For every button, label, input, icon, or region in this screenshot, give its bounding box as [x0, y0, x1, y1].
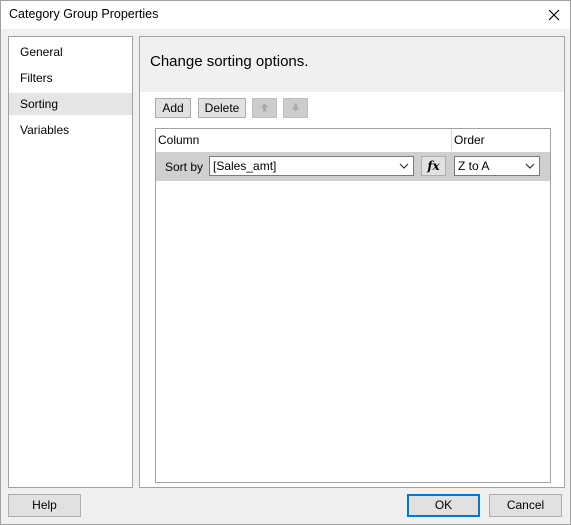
arrow-up-icon [260, 103, 269, 112]
table-row[interactable]: Sort by [Sales_amt] fx Z to A [156, 152, 550, 181]
sort-column-combo[interactable]: [Sales_amt] [209, 156, 414, 176]
column-header: Column [158, 133, 200, 147]
sort-order-value: Z to A [458, 159, 490, 173]
chevron-down-icon [525, 163, 535, 169]
content-panel: Change sorting options. Add Delete Colum… [139, 36, 565, 488]
nav-item-filters[interactable]: Filters [9, 67, 132, 89]
nav-item-general[interactable]: General [9, 41, 132, 63]
add-button[interactable]: Add [155, 98, 191, 118]
chevron-down-icon [399, 163, 409, 169]
nav-panel: General Filters Sorting Variables [8, 36, 133, 488]
page-title: Change sorting options. [150, 53, 309, 70]
move-down-button[interactable] [283, 98, 308, 118]
page-header: Change sorting options. [140, 37, 564, 92]
close-button[interactable] [542, 3, 566, 27]
function-icon: fx [427, 159, 440, 173]
arrow-down-icon [291, 103, 300, 112]
properties-dialog: Category Group Properties General Filter… [0, 0, 571, 525]
sort-column-value: [Sales_amt] [213, 159, 277, 173]
close-icon [548, 9, 560, 21]
move-up-button[interactable] [252, 98, 277, 118]
title-bar: Category Group Properties [1, 1, 570, 29]
order-header: Order [454, 133, 485, 147]
sort-by-label: Sort by [165, 160, 204, 174]
nav-item-sorting[interactable]: Sorting [9, 93, 132, 115]
help-button[interactable]: Help [8, 494, 81, 517]
ok-button[interactable]: OK [407, 494, 480, 517]
delete-button[interactable]: Delete [198, 98, 246, 118]
expression-button[interactable]: fx [421, 156, 446, 176]
cancel-button[interactable]: Cancel [489, 494, 562, 517]
window-title: Category Group Properties [9, 7, 159, 21]
sort-grid: Column Order Sort by [Sales_amt] fx Z to… [155, 128, 551, 483]
sort-order-combo[interactable]: Z to A [454, 156, 540, 176]
column-divider [451, 129, 452, 151]
nav-item-variables[interactable]: Variables [9, 119, 132, 141]
